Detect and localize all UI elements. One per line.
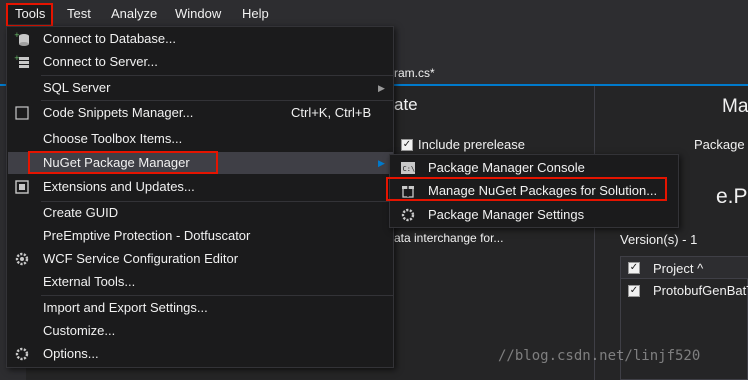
menu-item-import-export-settings[interactable]: Import and Export Settings... bbox=[8, 297, 393, 319]
menu-help[interactable]: Help bbox=[235, 4, 276, 24]
package-name: e.Pr bbox=[716, 185, 748, 208]
checkbox-icon bbox=[15, 106, 29, 120]
menu-item-external-tools[interactable]: External Tools... bbox=[8, 271, 393, 293]
menu-item-label: PreEmptive Protection - Dotfuscator bbox=[43, 228, 251, 243]
menu-bar: Tools Test Analyze Window Help bbox=[0, 0, 748, 27]
gear-icon bbox=[15, 252, 29, 266]
nuget-submenu: C:\ Package Manager Console Manage NuGet… bbox=[389, 154, 679, 228]
menu-item-shortcut: Ctrl+K, Ctrl+B bbox=[291, 105, 372, 120]
include-prerelease-label: Include prerelease bbox=[418, 137, 525, 152]
tools-dropdown-menu: + Connect to Database... + Connect to Se… bbox=[6, 26, 394, 368]
menu-item-code-snippets[interactable]: Code Snippets Manager... Ctrl+K, Ctrl+B bbox=[8, 102, 393, 124]
menu-item-preemptive-protection[interactable]: PreEmptive Protection - Dotfuscator bbox=[8, 225, 393, 247]
database-icon: + bbox=[14, 31, 29, 46]
menu-separator bbox=[41, 75, 393, 76]
menu-item-customize[interactable]: Customize... bbox=[8, 320, 393, 342]
versions-label: Version(s) - 1 bbox=[620, 232, 698, 247]
gear-icon bbox=[401, 208, 415, 222]
menu-item-toolbox-items[interactable]: Choose Toolbox Items... bbox=[8, 128, 393, 150]
submenu-item-label: Manage NuGet Packages for Solution... bbox=[428, 183, 658, 198]
include-prerelease-checkbox[interactable]: ✓ bbox=[401, 139, 413, 151]
select-all-projects-checkbox[interactable]: ✓ bbox=[628, 262, 640, 274]
menu-item-create-guid[interactable]: Create GUID bbox=[8, 202, 393, 224]
svg-text:C:\: C:\ bbox=[403, 165, 416, 173]
menu-item-label: Connect to Server... bbox=[43, 54, 158, 69]
watermark: //blog.csdn.net/linjf520 bbox=[498, 348, 701, 364]
extensions-icon bbox=[15, 180, 29, 194]
menu-tools[interactable]: Tools bbox=[8, 4, 53, 24]
package-icon bbox=[402, 186, 414, 198]
menu-test[interactable]: Test bbox=[60, 4, 98, 24]
menu-item-label: WCF Service Configuration Editor bbox=[43, 251, 239, 266]
menu-item-connect-server[interactable]: + Connect to Server... bbox=[8, 51, 393, 73]
server-icon: + bbox=[14, 54, 29, 68]
menu-item-label: SQL Server bbox=[43, 80, 111, 95]
project-column-header[interactable]: Project ^ bbox=[653, 261, 703, 276]
pane-heading-right: Ma bbox=[722, 96, 748, 117]
package-description: ata interchange for... bbox=[394, 231, 504, 245]
menu-item-label: Choose Toolbox Items... bbox=[43, 131, 183, 146]
menu-item-label: Import and Export Settings... bbox=[43, 300, 208, 315]
submenu-arrow-icon: ▶ bbox=[378, 158, 385, 168]
menu-window[interactable]: Window bbox=[168, 4, 228, 24]
menu-separator bbox=[41, 295, 393, 296]
submenu-item-package-manager-console[interactable]: C:\ Package Manager Console bbox=[391, 156, 678, 179]
menu-item-label: Customize... bbox=[43, 323, 116, 338]
svg-text:+: + bbox=[14, 31, 20, 39]
menu-separator bbox=[41, 100, 393, 101]
submenu-item-label: Package Manager Console bbox=[428, 160, 585, 175]
gear-icon bbox=[15, 347, 29, 361]
menu-item-sql-server[interactable]: SQL Server ▶ bbox=[8, 77, 393, 99]
menu-item-nuget-package-manager[interactable]: NuGet Package Manager ▶ bbox=[8, 152, 393, 174]
menu-item-label: External Tools... bbox=[43, 274, 136, 289]
submenu-item-manage-packages-solution[interactable]: Manage NuGet Packages for Solution... bbox=[391, 179, 678, 202]
menu-analyze[interactable]: Analyze bbox=[104, 4, 164, 24]
submenu-item-label: Package Manager Settings bbox=[428, 207, 585, 222]
menu-item-connect-database[interactable]: + Connect to Database... bbox=[8, 28, 393, 50]
document-tab[interactable]: ram.cs* bbox=[394, 66, 435, 80]
package-label: Package bbox=[694, 137, 745, 152]
project-row-checkbox[interactable]: ✓ bbox=[628, 285, 640, 297]
menu-item-options[interactable]: Options... bbox=[8, 343, 393, 365]
menu-item-label: Connect to Database... bbox=[43, 31, 176, 46]
console-icon: C:\ bbox=[401, 162, 416, 174]
submenu-arrow-icon: ▶ bbox=[378, 83, 385, 93]
menu-item-wcf-config-editor[interactable]: WCF Service Configuration Editor bbox=[8, 248, 393, 270]
menu-item-label: Create GUID bbox=[43, 205, 119, 220]
submenu-item-package-manager-settings[interactable]: Package Manager Settings bbox=[391, 203, 678, 226]
project-row-name[interactable]: ProtobufGenBatT bbox=[653, 283, 748, 298]
pane-heading-left: ate bbox=[394, 95, 418, 114]
menu-item-label: NuGet Package Manager bbox=[43, 155, 190, 170]
menu-item-label: Code Snippets Manager... bbox=[43, 105, 194, 120]
svg-text:+: + bbox=[14, 54, 20, 62]
menu-item-label: Options... bbox=[43, 346, 99, 361]
menu-item-extensions-updates[interactable]: Extensions and Updates... bbox=[8, 176, 393, 198]
menu-item-label: Extensions and Updates... bbox=[43, 179, 195, 194]
